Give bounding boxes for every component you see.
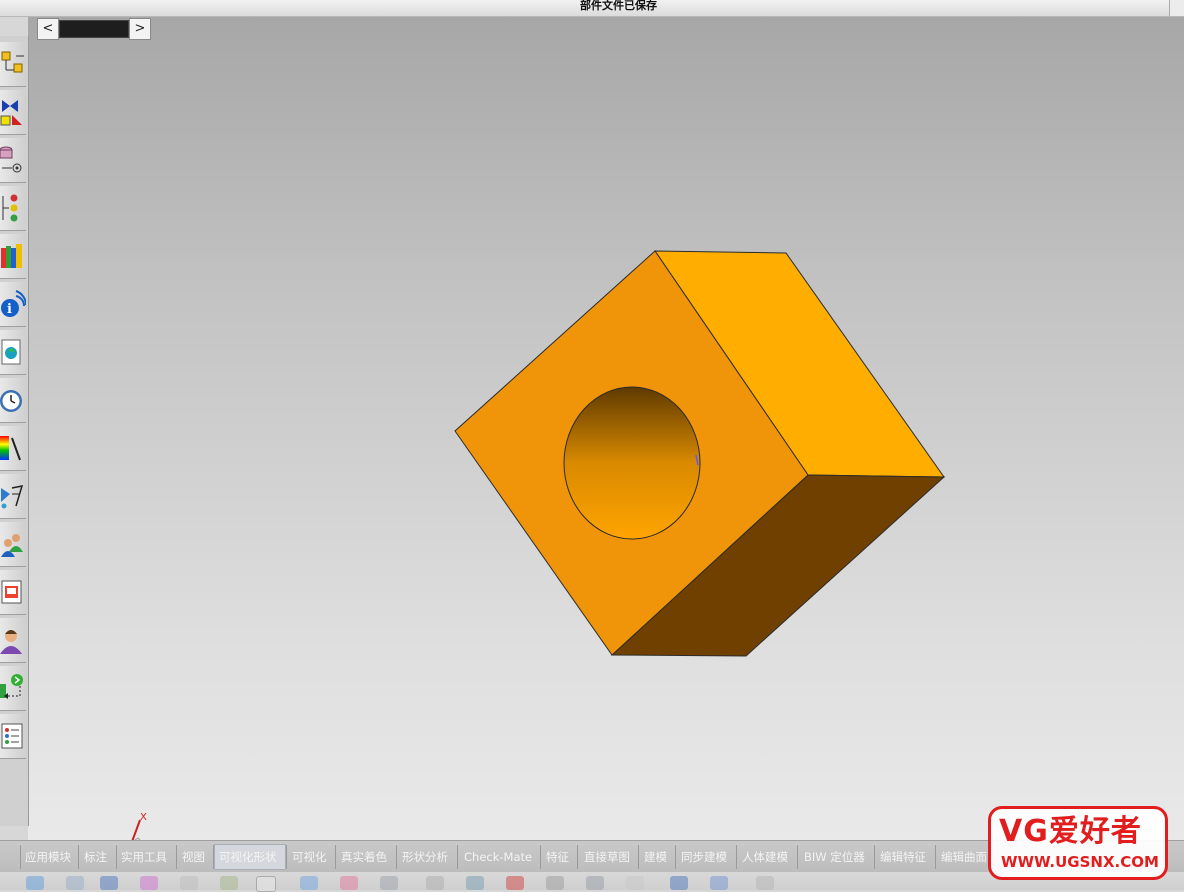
svg-text:i: i: [7, 302, 12, 317]
ribbon-icon[interactable]: [756, 876, 774, 890]
ribbon-icon[interactable]: [506, 876, 524, 890]
users-icon: [1, 534, 23, 557]
ribbon-icon[interactable]: [546, 876, 564, 890]
ribbon-icon[interactable]: [180, 876, 198, 890]
status-bar-corner: [1169, 0, 1184, 16]
ribbon-icon[interactable]: [710, 876, 728, 890]
roles-wizard-button[interactable]: [0, 474, 26, 519]
export-icon: [0, 674, 23, 699]
tab-human-modeling[interactable]: 人体建模: [742, 848, 788, 866]
books-icon: [1, 244, 22, 268]
constraint-navigator-button[interactable]: [0, 90, 26, 135]
color-palette-icon: [0, 436, 21, 461]
ribbon-icon[interactable]: [340, 876, 358, 890]
scroll-right-button[interactable]: >: [129, 18, 151, 40]
tab-visualization-shape[interactable]: 可视化形状: [219, 848, 277, 866]
resource-bar: i: [0, 36, 29, 826]
status-bar: 部件文件已保存: [0, 0, 1184, 17]
web-browser-button[interactable]: [0, 330, 26, 375]
ribbon-icon[interactable]: [26, 876, 44, 890]
tab-true-shading[interactable]: 真实着色: [341, 848, 387, 866]
tab-modeling[interactable]: 建模: [644, 848, 667, 866]
ribbon-icon[interactable]: [140, 876, 158, 890]
tab-direct-sketch[interactable]: 直接草图: [584, 848, 630, 866]
clock-icon: [0, 390, 22, 412]
ribbon-icon[interactable]: [426, 876, 444, 890]
ribbon-icon[interactable]: [300, 876, 318, 890]
system-materials-button[interactable]: i: [0, 282, 26, 327]
part-navigator-button[interactable]: [0, 138, 26, 183]
ribbon-icon[interactable]: [670, 876, 688, 890]
reuse-library-button[interactable]: [0, 186, 26, 231]
ribbon-icon[interactable]: [626, 876, 644, 890]
list-icon: [1, 723, 23, 749]
tab-applications[interactable]: 应用模块: [25, 848, 71, 866]
tab-annotation[interactable]: 标注: [84, 848, 107, 866]
tab-synchronous-modeling[interactable]: 同步建模: [681, 848, 727, 866]
scroll-track[interactable]: [59, 20, 129, 38]
watermark-logo: VG爱好者 WWW.UGSNX.COM: [988, 806, 1168, 880]
ribbon-icon[interactable]: [586, 876, 604, 890]
window-button[interactable]: [0, 570, 26, 615]
tab-feature[interactable]: 特征: [546, 848, 569, 866]
history-clock-button[interactable]: [0, 378, 26, 423]
mirror-icon: [0, 100, 22, 126]
tab-edit-surface[interactable]: 编辑曲面: [941, 848, 987, 866]
ribbon-icon[interactable]: [220, 876, 238, 890]
ribbon-icon[interactable]: [466, 876, 484, 890]
history-button[interactable]: [0, 234, 26, 279]
tab-view[interactable]: 视图: [182, 848, 205, 866]
user-button[interactable]: [0, 618, 26, 663]
window-icon: [1, 580, 22, 604]
watermark-title: VG爱好者: [999, 814, 1142, 849]
tab-check-mate[interactable]: Check-Mate: [464, 848, 532, 866]
tab-shape-analysis[interactable]: 形状分析: [402, 848, 448, 866]
tab-visualization[interactable]: 可视化: [292, 848, 327, 866]
ribbon-icon[interactable]: [380, 876, 398, 890]
tree-icon: [2, 194, 18, 222]
scroll-left-button[interactable]: <: [37, 18, 59, 40]
tab-edit-feature[interactable]: 编辑特征: [880, 848, 926, 866]
roles-button[interactable]: [0, 522, 26, 567]
user-icon: [0, 630, 22, 654]
triad-x-label: X: [140, 812, 147, 823]
toolbar-scroller: < >: [37, 18, 151, 40]
document-icon: [1, 339, 21, 365]
graphics-viewport[interactable]: [28, 17, 1184, 840]
database-icon: [0, 146, 22, 173]
assembly-icon: [1, 51, 24, 73]
layers-button[interactable]: [0, 714, 26, 759]
info-icon: i: [1, 290, 26, 317]
export-button[interactable]: [0, 666, 26, 711]
ribbon-icon[interactable]: [100, 876, 118, 890]
watermark-url: WWW.UGSNX.COM: [1001, 853, 1159, 871]
ribbon-icon[interactable]: [66, 876, 84, 890]
wizard-icon: [1, 485, 24, 509]
status-message: 部件文件已保存: [580, 0, 657, 12]
tab-utilities[interactable]: 实用工具: [121, 848, 167, 866]
palette-button[interactable]: [0, 426, 26, 471]
assembly-navigator-button[interactable]: [0, 42, 26, 87]
tab-biw-locator[interactable]: BIW 定位器: [804, 848, 865, 866]
